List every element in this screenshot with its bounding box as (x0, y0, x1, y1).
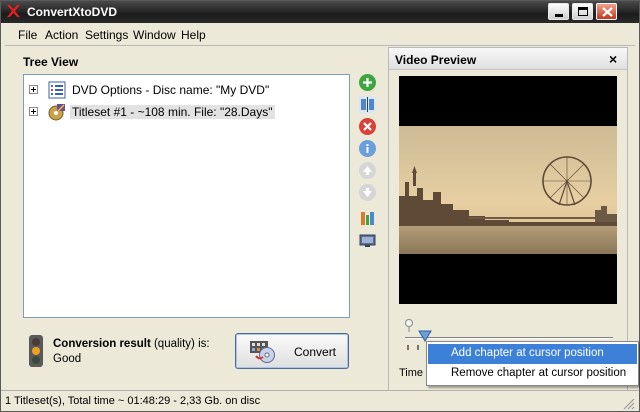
menu-window[interactable]: Window (133, 28, 176, 42)
status-text: 1 Titleset(s), Total time ~ 01:48:29 - 2… (5, 395, 261, 407)
time-label: Time (399, 367, 424, 379)
minimize-icon (555, 14, 563, 17)
screen-icon[interactable] (359, 232, 376, 249)
maximize-button[interactable] (572, 3, 593, 20)
traffic-light-icon (29, 335, 43, 367)
tools-icon[interactable] (359, 210, 376, 227)
add-icon[interactable] (359, 74, 376, 91)
chapter-marker-icon[interactable] (403, 318, 415, 332)
tree-item-label: Titleset #1 - ~108 min. File: "28.Days" (70, 105, 275, 119)
menu-add-chapter-label: Add chapter at cursor position (451, 347, 604, 359)
video-preview-header: Video Preview × (389, 48, 627, 70)
title-bar[interactable]: ConvertXtoDVD (1, 1, 639, 23)
video-preview-title: Video Preview (395, 53, 477, 67)
app-logo-icon (7, 5, 20, 17)
menu-action[interactable]: Action (45, 28, 78, 42)
menu-settings[interactable]: Settings (85, 28, 128, 42)
context-menu: Add chapter at cursor position Remove ch… (426, 341, 639, 386)
convert-disc-icon (250, 341, 275, 363)
timeline-track[interactable] (405, 337, 613, 339)
minimize-button[interactable] (548, 3, 569, 20)
status-bar: 1 Titleset(s), Total time ~ 01:48:29 - 2… (1, 390, 639, 411)
window-title: ConvertXtoDVD (27, 5, 118, 19)
convert-button-label: Convert (294, 345, 337, 359)
conversion-result-label: Conversion result (quality) is: (53, 338, 210, 350)
tree-item-dvd-options[interactable]: DVD Options - Disc name: "My DVD" (24, 80, 344, 100)
split-icon[interactable] (359, 96, 376, 113)
expand-icon[interactable] (29, 107, 38, 116)
conversion-result: Conversion result (quality) is: Good (25, 333, 225, 373)
menu-help[interactable]: Help (181, 28, 206, 42)
video-frame-image (399, 126, 617, 254)
titleset-icon (48, 104, 65, 121)
remove-icon[interactable] (359, 118, 376, 135)
conversion-result-value: Good (53, 353, 82, 365)
maximize-icon (578, 7, 588, 16)
tree-item-label: DVD Options - Disc name: "My DVD" (72, 83, 270, 97)
app-window: ConvertXtoDVD File Action Settings Windo… (0, 0, 640, 412)
tree-item-titleset[interactable]: Titleset #1 - ~108 min. File: "28.Days" (24, 102, 344, 122)
convert-button[interactable]: Convert (235, 333, 349, 369)
move-down-icon[interactable] (359, 184, 376, 201)
menu-remove-chapter-label: Remove chapter at cursor position (451, 367, 627, 379)
close-button[interactable] (596, 3, 617, 20)
resize-grip-icon[interactable] (621, 396, 635, 410)
menu-bar: File Action Settings Window Help (5, 25, 635, 45)
info-icon[interactable] (359, 140, 376, 157)
dvd-options-icon (48, 81, 66, 99)
close-icon (602, 7, 613, 17)
expand-icon[interactable] (29, 85, 38, 94)
tree-view[interactable]: DVD Options - Disc name: "My DVD" Titles… (23, 74, 350, 318)
close-icon[interactable]: × (609, 51, 617, 67)
tree-view-title: Tree View (23, 55, 79, 69)
menu-divider (5, 45, 635, 46)
move-up-icon[interactable] (359, 162, 376, 179)
menu-file[interactable]: File (18, 28, 37, 42)
menu-add-chapter[interactable]: Add chapter at cursor position (428, 344, 637, 364)
video-frame[interactable] (399, 76, 617, 304)
menu-remove-chapter[interactable]: Remove chapter at cursor position (428, 364, 637, 384)
